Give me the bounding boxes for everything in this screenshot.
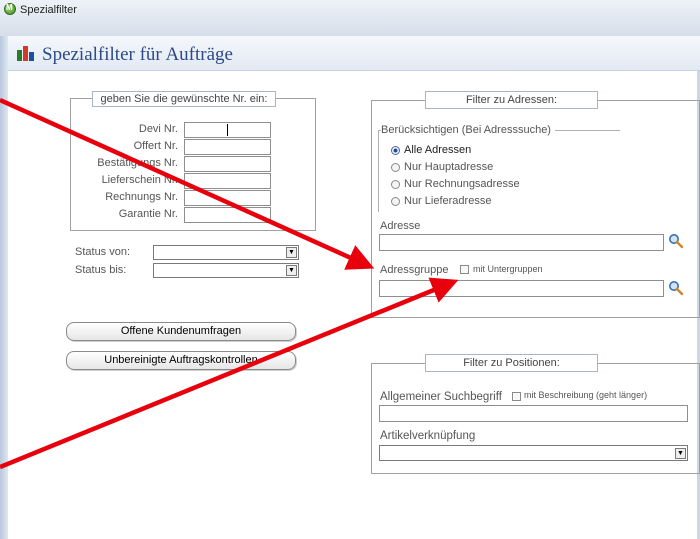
annotation-arrows [0,97,459,470]
arrow-to-subgroups [0,277,459,470]
arrow-to-address-group [0,97,375,270]
